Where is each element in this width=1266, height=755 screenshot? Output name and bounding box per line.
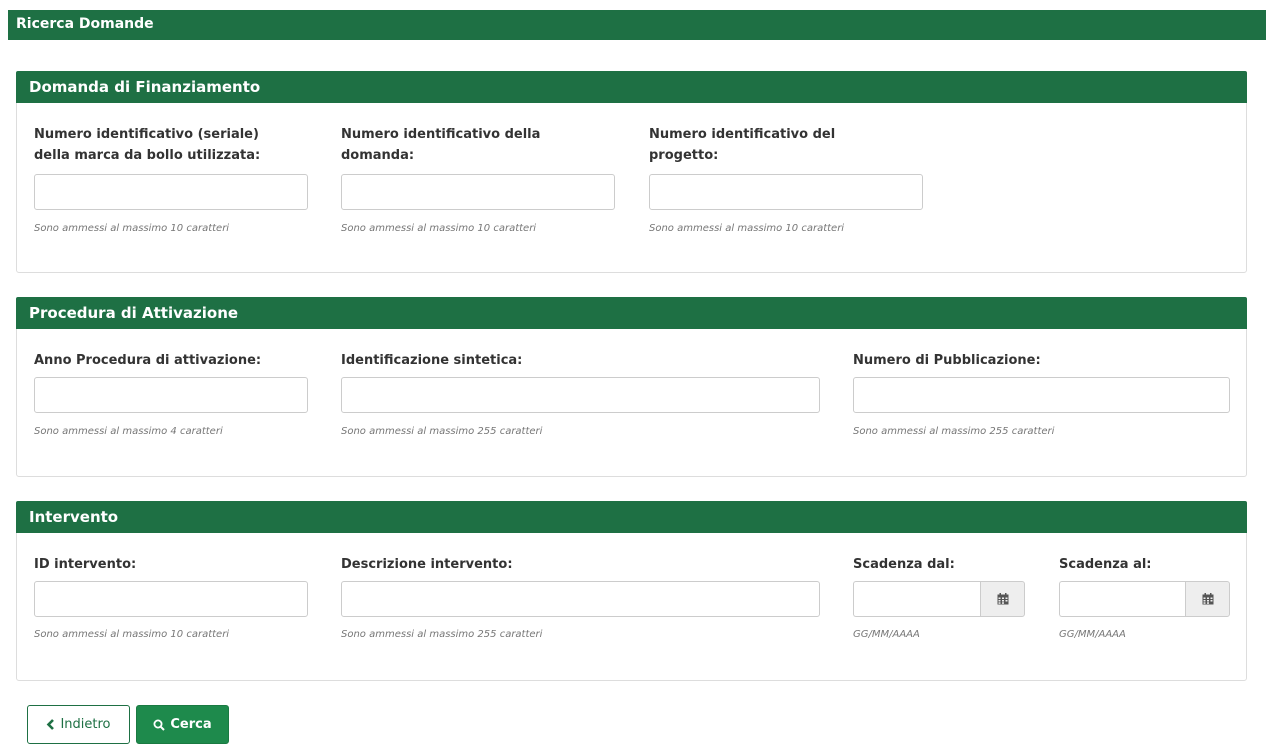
search-button[interactable]: Cerca xyxy=(136,705,229,744)
descrizione-intervento-input[interactable] xyxy=(341,581,820,617)
field-descrizione-intervento: Descrizione intervento: xyxy=(341,554,741,575)
field-identificazione-sintetica: Identificazione sintetica: xyxy=(341,350,741,371)
label-identificazione-sintetica: Identificazione sintetica: xyxy=(341,353,523,368)
label-scadenza-dal: Scadenza dal: xyxy=(853,557,955,572)
help-scadenza-al: GG/MM/AAAA xyxy=(1059,629,1126,640)
panel-title-intervento: Intervento xyxy=(16,501,1247,533)
label-numero-domanda: Numero identificativo della domanda: xyxy=(341,127,541,163)
field-scadenza-al: Scadenza al: xyxy=(1059,554,1229,575)
numero-domanda-input[interactable] xyxy=(341,174,615,210)
help-anno-procedura: Sono ammessi al massimo 4 caratteri xyxy=(34,426,223,437)
anno-procedura-input[interactable] xyxy=(34,377,308,413)
label-marca-bollo: Numero identificativo (seriale) della ma… xyxy=(34,127,261,163)
help-id-intervento: Sono ammessi al massimo 10 caratteri xyxy=(34,629,230,640)
panel-procedura-attivazione: Procedura di Attivazione Anno Procedura … xyxy=(16,297,1247,477)
scadenza-al-calendar-button[interactable] xyxy=(1185,581,1230,617)
numero-progetto-input[interactable] xyxy=(649,174,923,210)
identificazione-sintetica-input[interactable] xyxy=(341,377,820,413)
label-descrizione-intervento: Descrizione intervento: xyxy=(341,557,513,572)
label-scadenza-al: Scadenza al: xyxy=(1059,557,1152,572)
marca-bollo-input[interactable] xyxy=(34,174,308,210)
field-numero-pubblicazione: Numero di Pubblicazione: xyxy=(853,350,1213,371)
page-title: Ricerca Domande xyxy=(8,10,1266,40)
field-scadenza-dal: Scadenza dal: xyxy=(853,554,1033,575)
scadenza-dal-group xyxy=(853,581,1025,617)
calendar-icon xyxy=(1202,593,1213,605)
help-numero-domanda: Sono ammessi al massimo 10 caratteri xyxy=(341,223,537,234)
panel-title-domanda: Domanda di Finanziamento xyxy=(16,71,1247,103)
panel-title-procedura: Procedura di Attivazione xyxy=(16,297,1247,329)
panel-domanda-finanziamento: Domanda di Finanziamento Numero identifi… xyxy=(16,71,1247,273)
label-anno-procedura: Anno Procedura di attivazione: xyxy=(34,353,262,368)
numero-pubblicazione-input[interactable] xyxy=(853,377,1230,413)
panel-intervento: Intervento ID intervento: Sono ammessi a… xyxy=(16,501,1247,681)
scadenza-al-input[interactable] xyxy=(1059,581,1185,617)
label-numero-pubblicazione: Numero di Pubblicazione: xyxy=(853,353,1041,368)
help-numero-pubblicazione: Sono ammessi al massimo 255 caratteri xyxy=(853,426,1055,437)
id-intervento-input[interactable] xyxy=(34,581,308,617)
help-scadenza-dal: GG/MM/AAAA xyxy=(853,629,920,640)
help-numero-progetto: Sono ammessi al massimo 10 caratteri xyxy=(649,223,845,234)
field-anno-procedura: Anno Procedura di attivazione: xyxy=(34,350,324,371)
search-icon xyxy=(153,719,166,731)
scadenza-dal-input[interactable] xyxy=(853,581,980,617)
search-button-label: Cerca xyxy=(170,717,212,732)
help-marca-bollo: Sono ammessi al massimo 10 caratteri xyxy=(34,223,230,234)
chevron-left-icon xyxy=(47,719,55,730)
back-button-label: Indietro xyxy=(60,717,111,732)
field-marca-bollo: Numero identificativo (seriale) della ma… xyxy=(34,124,294,166)
field-id-intervento: ID intervento: xyxy=(34,554,324,575)
calendar-icon xyxy=(997,593,1008,605)
label-numero-progetto: Numero identificativo del progetto: xyxy=(649,127,836,163)
help-identificazione-sintetica: Sono ammessi al massimo 255 caratteri xyxy=(341,426,543,437)
label-id-intervento: ID intervento: xyxy=(34,557,137,572)
back-button[interactable]: Indietro xyxy=(27,705,130,744)
scadenza-al-group xyxy=(1059,581,1230,617)
scadenza-dal-calendar-button[interactable] xyxy=(980,581,1025,617)
help-descrizione-intervento: Sono ammessi al massimo 255 caratteri xyxy=(341,629,543,640)
field-numero-progetto: Numero identificativo del progetto: xyxy=(649,124,889,166)
page: Ricerca Domande xyxy=(8,10,1266,40)
field-numero-domanda: Numero identificativo della domanda: xyxy=(341,124,601,166)
